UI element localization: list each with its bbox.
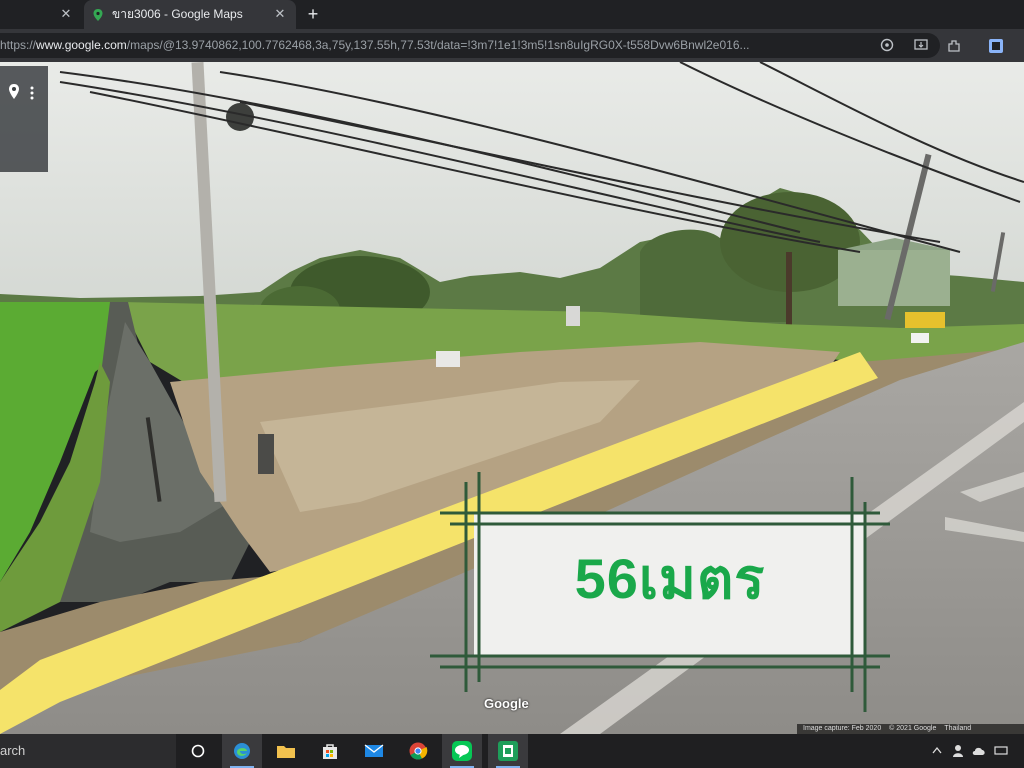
url-scheme: https:// bbox=[0, 38, 37, 52]
address-bar[interactable]: https://www.google.com/maps/@13.9740862,… bbox=[0, 33, 940, 58]
more-options-icon[interactable] bbox=[30, 86, 34, 100]
extensions-icon[interactable] bbox=[946, 38, 962, 54]
close-tab-icon[interactable]: ✕ bbox=[272, 6, 288, 22]
tab-previous[interactable]: ✕ bbox=[0, 0, 82, 29]
map-footer: Image capture: Feb 2020 © 2021 Google Th… bbox=[797, 724, 1024, 734]
location-pin-icon[interactable] bbox=[8, 84, 20, 100]
url-host: www.google.com bbox=[36, 38, 127, 52]
google-maps-pin-icon bbox=[93, 8, 103, 21]
mail-icon bbox=[364, 744, 384, 757]
new-tab-button[interactable]: + bbox=[302, 3, 324, 25]
file-explorer-icon bbox=[277, 746, 295, 758]
edge-button[interactable] bbox=[222, 734, 262, 768]
install-icon[interactable] bbox=[913, 37, 929, 53]
cortana-button[interactable] bbox=[178, 734, 218, 768]
store-button[interactable] bbox=[310, 734, 350, 768]
user-icon[interactable] bbox=[952, 744, 964, 758]
file-explorer-button[interactable] bbox=[266, 734, 306, 768]
location-icon[interactable] bbox=[879, 37, 895, 53]
street-view-photo bbox=[0, 62, 1024, 734]
tab-title: ขาย3006 - Google Maps bbox=[112, 7, 243, 21]
profile-icon[interactable] bbox=[988, 38, 1004, 54]
store-icon bbox=[323, 744, 337, 759]
google-watermark: Google bbox=[484, 696, 529, 711]
line-button[interactable] bbox=[442, 734, 482, 768]
green-app-button[interactable] bbox=[488, 734, 528, 768]
url-path: /maps/@13.9740862,100.7762468,3a,75y,137… bbox=[126, 38, 750, 52]
distance-label: 56เมตร bbox=[574, 547, 766, 610]
region-label[interactable]: Thailand bbox=[944, 725, 971, 732]
tab-google-maps[interactable]: ขาย3006 - Google Maps ✕ bbox=[84, 0, 296, 29]
chrome-button[interactable] bbox=[398, 734, 438, 768]
search-placeholder: arch bbox=[0, 743, 26, 758]
edge-icon bbox=[234, 743, 250, 759]
copyright: © 2021 Google bbox=[889, 725, 937, 732]
green-app-icon bbox=[498, 741, 518, 761]
network-icon[interactable] bbox=[994, 746, 1008, 756]
taskbar-search[interactable]: arch bbox=[0, 734, 176, 768]
cortana-icon bbox=[191, 744, 205, 758]
street-view-info-panel[interactable] bbox=[0, 66, 48, 172]
chrome-icon bbox=[409, 742, 428, 760]
url-text[interactable]: https://www.google.com/maps/@13.9740862,… bbox=[0, 38, 870, 54]
taskbar: arch bbox=[0, 734, 1024, 768]
browser-toolbar: https://www.google.com/maps/@13.9740862,… bbox=[0, 29, 1024, 62]
street-view-viewport[interactable]: 56เมตร Google Image capture: Feb 2020 © … bbox=[0, 62, 1024, 734]
image-capture-date: Image capture: Feb 2020 bbox=[803, 725, 882, 732]
tab-strip: ✕ ขาย3006 - Google Maps ✕ + bbox=[0, 0, 1024, 29]
line-icon bbox=[452, 741, 472, 761]
chevron-up-icon[interactable] bbox=[932, 746, 942, 754]
system-tray[interactable] bbox=[924, 734, 1024, 768]
close-tab-icon[interactable]: ✕ bbox=[58, 6, 74, 22]
cloud-icon[interactable] bbox=[972, 746, 986, 756]
mail-button[interactable] bbox=[354, 734, 394, 768]
